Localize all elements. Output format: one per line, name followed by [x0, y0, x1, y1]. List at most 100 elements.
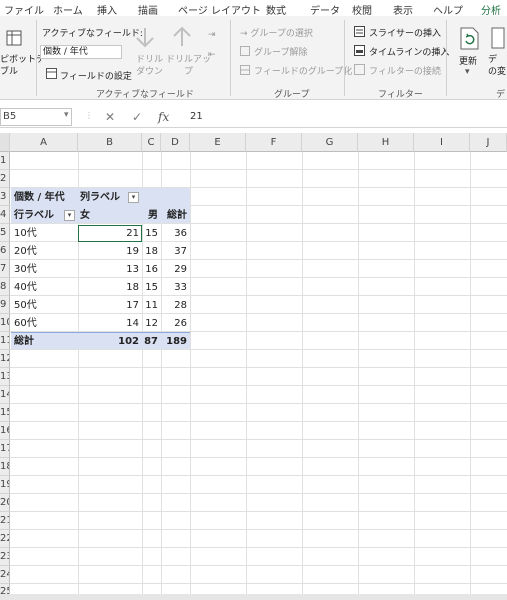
- row-header-3[interactable]: 3: [0, 188, 10, 206]
- tab-view[interactable]: 表示: [393, 2, 413, 17]
- pivot-row-label[interactable]: 50代: [14, 297, 37, 314]
- pivot-header-male[interactable]: 男: [142, 207, 161, 224]
- sheet-tabs-bar[interactable]: [0, 594, 507, 600]
- row-header-8[interactable]: 8: [0, 278, 10, 296]
- column-header-a[interactable]: A: [10, 133, 78, 152]
- row-header-18[interactable]: 18: [0, 458, 10, 476]
- pivot-cell[interactable]: 36: [161, 225, 190, 242]
- row-header-11[interactable]: 11: [0, 332, 10, 350]
- name-box-dropdown-icon[interactable]: ▾: [64, 110, 69, 120]
- row-header-12[interactable]: 12: [0, 350, 10, 368]
- refresh-button[interactable]: 更新: [459, 54, 477, 67]
- field-settings-button[interactable]: フィールドの設定: [60, 69, 132, 82]
- pivot-corner-label[interactable]: 個数 / 年代: [14, 189, 65, 206]
- tab-draw[interactable]: 描画: [138, 2, 158, 17]
- row-header-9[interactable]: 9: [0, 296, 10, 314]
- insert-timeline-button[interactable]: タイムラインの挿入: [369, 45, 449, 58]
- filter-connections-button[interactable]: フィルターの接続: [369, 64, 441, 77]
- row-header-15[interactable]: 15: [0, 404, 10, 422]
- pivot-cell[interactable]: 16: [142, 261, 161, 278]
- pivot-header-female[interactable]: 女: [80, 207, 90, 224]
- worksheet-grid[interactable]: A B C D E F G H I J 1 2 3 4 5 6 7 8 9 10…: [0, 133, 507, 600]
- pivot-cell-selected[interactable]: 21: [78, 225, 142, 242]
- pivot-cell[interactable]: 17: [78, 297, 142, 314]
- row-header-14[interactable]: 14: [0, 386, 10, 404]
- pivot-cell[interactable]: 26: [161, 315, 190, 332]
- expand-field-icon[interactable]: ⇥: [208, 30, 216, 40]
- pivot-column-labels[interactable]: 列ラベル: [80, 189, 120, 206]
- row-header-16[interactable]: 16: [0, 422, 10, 440]
- pivot-row-label[interactable]: 40代: [14, 279, 37, 296]
- enter-icon[interactable]: ✓: [132, 110, 142, 124]
- row-header-2[interactable]: 2: [0, 170, 10, 188]
- pivot-row-label[interactable]: 20代: [14, 243, 37, 260]
- drill-up-button[interactable]: ドリルアッ プ: [166, 54, 211, 78]
- row-header-19[interactable]: 19: [0, 476, 10, 494]
- pivot-row-label[interactable]: 60代: [14, 315, 37, 332]
- tab-page-layout[interactable]: ページ レイアウト: [178, 2, 261, 17]
- row-header-1[interactable]: 1: [0, 152, 10, 170]
- pivot-grand-total-label[interactable]: 総計: [14, 333, 34, 350]
- group-field-button[interactable]: フィールドのグループ化: [254, 64, 352, 77]
- tab-home[interactable]: ホーム: [53, 2, 83, 17]
- select-all-corner[interactable]: [0, 133, 10, 152]
- change-data-source-button[interactable]: デ の変: [488, 54, 506, 78]
- row-header-22[interactable]: 22: [0, 530, 10, 548]
- pivot-cell[interactable]: 12: [142, 315, 161, 332]
- insert-slicer-button[interactable]: スライサーの挿入: [369, 26, 441, 39]
- pivot-cell[interactable]: 15: [142, 279, 161, 296]
- pivot-grand-total[interactable]: 189: [161, 333, 190, 350]
- pivot-row-label[interactable]: 10代: [14, 225, 37, 242]
- tab-review[interactable]: 校閲: [352, 2, 372, 17]
- pivot-cell[interactable]: 11: [142, 297, 161, 314]
- row-header-17[interactable]: 17: [0, 440, 10, 458]
- active-field-input[interactable]: 個数 / 年代: [40, 45, 122, 59]
- pivot-cell[interactable]: 18: [142, 243, 161, 260]
- pivot-grand-total-male[interactable]: 87: [142, 333, 161, 350]
- row-header-24[interactable]: 24: [0, 566, 10, 584]
- group-selection-button[interactable]: → グループの選択: [240, 26, 313, 39]
- column-header-f[interactable]: F: [246, 133, 302, 152]
- row-header-10[interactable]: 10: [0, 314, 10, 332]
- tab-data[interactable]: データ: [310, 2, 340, 17]
- row-header-13[interactable]: 13: [0, 368, 10, 386]
- row-header-23[interactable]: 23: [0, 548, 10, 566]
- change-data-source-icon[interactable]: [490, 26, 507, 53]
- pivot-cell[interactable]: 18: [78, 279, 142, 296]
- pivot-table-icon[interactable]: [6, 30, 22, 49]
- column-header-d[interactable]: D: [161, 133, 190, 152]
- pivot-row-label[interactable]: 30代: [14, 261, 37, 278]
- name-box[interactable]: B5: [0, 108, 72, 126]
- cancel-icon[interactable]: ✕: [105, 110, 115, 124]
- refresh-icon[interactable]: [458, 26, 480, 53]
- row-header-6[interactable]: 6: [0, 242, 10, 260]
- tab-formulas[interactable]: 数式: [266, 2, 286, 17]
- tab-help[interactable]: ヘルプ: [433, 2, 463, 17]
- formula-input[interactable]: 21: [190, 111, 203, 122]
- pivot-cell[interactable]: 29: [161, 261, 190, 278]
- column-header-c[interactable]: C: [142, 133, 161, 152]
- refresh-dropdown-icon[interactable]: ▾: [465, 67, 470, 77]
- pivot-cell[interactable]: 19: [78, 243, 142, 260]
- row-header-7[interactable]: 7: [0, 260, 10, 278]
- column-header-h[interactable]: H: [358, 133, 414, 152]
- pivot-header-total[interactable]: 総計: [161, 207, 190, 224]
- pivot-cell[interactable]: 15: [142, 225, 161, 242]
- tab-file[interactable]: ファイル: [4, 2, 44, 17]
- column-filter-dropdown-icon[interactable]: ▾: [128, 192, 139, 203]
- row-header-20[interactable]: 20: [0, 494, 10, 512]
- row-header-21[interactable]: 21: [0, 512, 10, 530]
- pivot-cell[interactable]: 28: [161, 297, 190, 314]
- row-header-5[interactable]: 5: [0, 224, 10, 242]
- drill-down-button[interactable]: ドリル ダウン: [136, 54, 163, 78]
- pivot-cell[interactable]: 37: [161, 243, 190, 260]
- column-header-e[interactable]: E: [190, 133, 246, 152]
- pivot-cell[interactable]: 13: [78, 261, 142, 278]
- column-header-i[interactable]: I: [414, 133, 470, 152]
- tab-insert[interactable]: 挿入: [97, 2, 117, 17]
- collapse-field-icon[interactable]: ⇤: [208, 50, 216, 60]
- column-header-b[interactable]: B: [78, 133, 142, 152]
- insert-function-icon[interactable]: fx: [158, 110, 169, 124]
- row-filter-dropdown-icon[interactable]: ▾: [64, 210, 75, 221]
- column-header-j[interactable]: J: [470, 133, 507, 152]
